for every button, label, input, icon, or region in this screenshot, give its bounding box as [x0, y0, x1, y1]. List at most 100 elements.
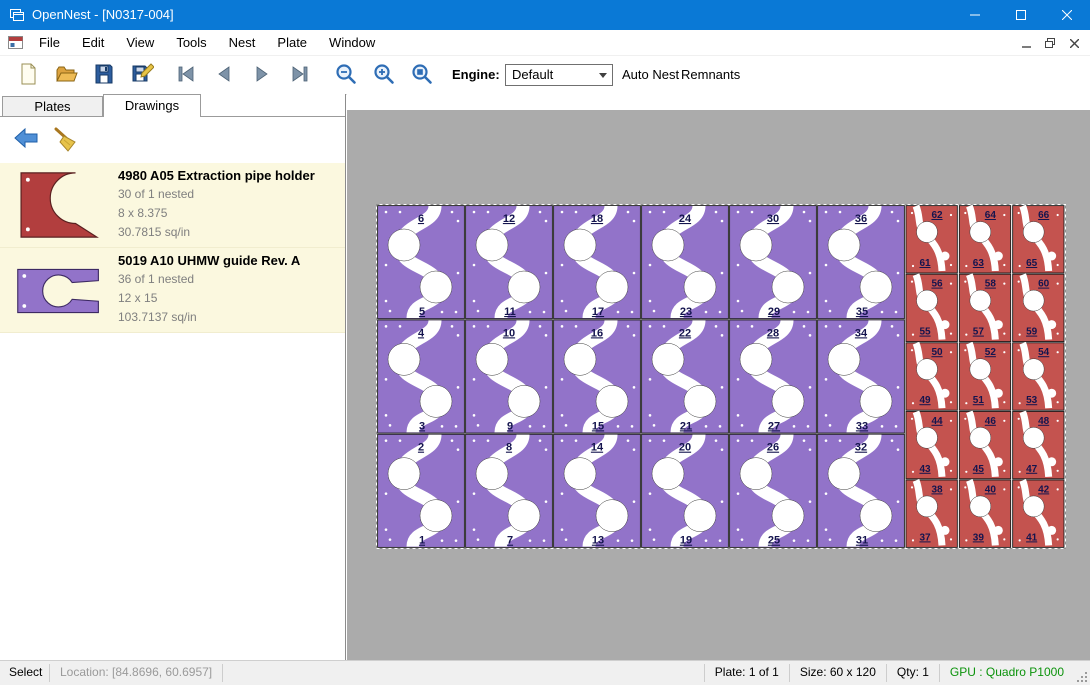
part-number: 32 [855, 442, 867, 454]
drawing-list-item-2[interactable]: 5019 A10 UHMW guide Rev. A 36 of 1 neste… [0, 248, 345, 333]
minimize-button[interactable] [952, 0, 998, 30]
plate-svg[interactable]: 6512111817242330293635431091615222128273… [376, 204, 1066, 549]
part-number: 16 [591, 327, 603, 339]
broom-icon [51, 126, 77, 152]
part-number: 13 [592, 535, 604, 547]
nested-part-pair-purple[interactable]: 1817 [554, 206, 641, 319]
nest-canvas[interactable]: 6512111817242330293635431091615222128273… [347, 94, 1090, 660]
next-plate-button[interactable] [246, 60, 278, 90]
tab-drawings[interactable]: Drawings [103, 94, 201, 117]
part-number: 1 [419, 535, 425, 547]
menu-item-file[interactable]: File [28, 30, 71, 56]
new-button[interactable] [12, 60, 44, 90]
last-plate-button[interactable] [284, 60, 316, 90]
status-spacer [223, 661, 704, 685]
close-button[interactable] [1044, 0, 1090, 30]
part-number: 25 [768, 535, 780, 547]
zoom-out-button[interactable] [330, 60, 362, 90]
nested-part-pair-red[interactable]: 3837 [906, 480, 957, 547]
auto-nest-button[interactable]: Auto Nest [622, 56, 679, 94]
remnants-button[interactable]: Remnants [681, 56, 740, 94]
zoom-fit-button[interactable] [406, 60, 438, 90]
part-number: 52 [985, 347, 997, 358]
previous-arrow-icon [212, 62, 236, 86]
toolbar: Engine: Default Auto Nest Remnants [0, 56, 1090, 95]
status-bar: Select Location: [84.8696, 60.6957] Plat… [0, 660, 1090, 685]
nested-part-pair-red[interactable]: 4443 [906, 411, 957, 478]
previous-plate-button[interactable] [208, 60, 240, 90]
first-plate-button[interactable] [170, 60, 202, 90]
nested-part-pair-purple[interactable]: 2625 [730, 434, 817, 547]
nested-part-pair-purple[interactable]: 43 [378, 320, 465, 433]
plate-sheet[interactable]: 6512111817242330293635431091615222128273… [376, 204, 1066, 549]
part-number: 10 [503, 327, 515, 339]
nested-part-pair-red[interactable]: 5251 [959, 343, 1010, 410]
drawing-list-item-1[interactable]: 4980 A05 Extraction pipe holder 30 of 1 … [0, 163, 345, 248]
part-number: 36 [855, 213, 867, 225]
drawing-nested-count: 36 of 1 nested [118, 270, 300, 289]
nested-part-pair-purple[interactable]: 2221 [642, 320, 729, 433]
nested-part-pair-red[interactable]: 6261 [906, 206, 957, 273]
menu-item-view[interactable]: View [115, 30, 165, 56]
nested-part-pair-purple[interactable]: 3635 [818, 206, 905, 319]
nested-part-pair-purple[interactable]: 3433 [818, 320, 905, 433]
nested-part-pair-purple[interactable]: 1413 [554, 434, 641, 547]
mdi-minimize-button[interactable] [1014, 33, 1038, 53]
part-number: 38 [931, 484, 943, 495]
zoom-in-button[interactable] [368, 60, 400, 90]
menu-item-window[interactable]: Window [318, 30, 386, 56]
status-plate: Plate: 1 of 1 [705, 661, 789, 685]
nested-part-pair-purple[interactable]: 2827 [730, 320, 817, 433]
part-number: 65 [1026, 258, 1038, 269]
nested-part-pair-purple[interactable]: 3029 [730, 206, 817, 319]
menu-items: File Edit View Tools Nest Plate Window [28, 30, 386, 56]
mdi-restore-button[interactable] [1038, 33, 1062, 53]
nested-part-pair-red[interactable]: 66 65 [1013, 206, 1064, 273]
nested-part-pair-red[interactable]: 4645 [959, 411, 1010, 478]
open-button[interactable] [50, 60, 82, 90]
part-number: 55 [919, 327, 931, 338]
nested-part-pair-purple[interactable]: 32 31 [818, 434, 905, 547]
nested-part-pair-red[interactable]: 4241 [1013, 480, 1064, 547]
drawing-title: 4980 A05 Extraction pipe holder [118, 168, 315, 183]
nested-part-pair-red[interactable]: 4039 [959, 480, 1010, 547]
move-to-plate-button[interactable] [10, 124, 42, 154]
menu-item-tools[interactable]: Tools [165, 30, 217, 56]
nested-part-pair-red[interactable]: 4847 [1013, 411, 1064, 478]
nested-part-pair-red[interactable]: 6463 [959, 206, 1010, 273]
nested-part-pair-purple[interactable]: 1615 [554, 320, 641, 433]
maximize-button[interactable] [998, 0, 1044, 30]
nested-part-pair-purple[interactable]: 87 [466, 434, 553, 547]
app-icon [9, 7, 25, 28]
part-number: 27 [768, 420, 780, 432]
part-number: 63 [973, 258, 985, 269]
part-number: 66 [1038, 210, 1050, 221]
menu-item-edit[interactable]: Edit [71, 30, 115, 56]
nested-part-pair-purple[interactable]: 1211 [466, 206, 553, 319]
nested-part-pair-purple[interactable]: 2423 [642, 206, 729, 319]
nested-part-pair-red[interactable]: 6059 [1013, 274, 1064, 341]
part-number: 15 [592, 420, 604, 432]
mdi-close-button[interactable] [1062, 33, 1086, 53]
save-button[interactable] [88, 60, 120, 90]
nested-part-pair-purple[interactable]: 109 [466, 320, 553, 433]
menu-item-plate[interactable]: Plate [266, 30, 318, 56]
part-number: 49 [919, 395, 931, 406]
tab-plates[interactable]: Plates [2, 96, 103, 117]
menu-item-nest[interactable]: Nest [218, 30, 267, 56]
nested-part-pair-purple[interactable]: 21 [378, 434, 465, 547]
nested-part-pair-red[interactable]: 5655 [906, 274, 957, 341]
part-thumbnail-red [8, 169, 110, 241]
resize-grip[interactable] [1074, 661, 1090, 685]
part-number: 58 [985, 279, 997, 290]
clean-button[interactable] [48, 124, 80, 154]
save-as-button[interactable] [126, 60, 158, 90]
engine-select[interactable]: Default [505, 64, 613, 86]
nested-part-pair-purple[interactable]: 65 [378, 206, 465, 319]
part-number: 31 [856, 535, 868, 547]
nested-part-pair-red[interactable]: 5857 [959, 274, 1010, 341]
document-icon [8, 36, 24, 55]
nested-part-pair-purple[interactable]: 2019 [642, 434, 729, 547]
nested-part-pair-red[interactable]: 5453 [1013, 343, 1064, 410]
nested-part-pair-red[interactable]: 5049 [906, 343, 957, 410]
